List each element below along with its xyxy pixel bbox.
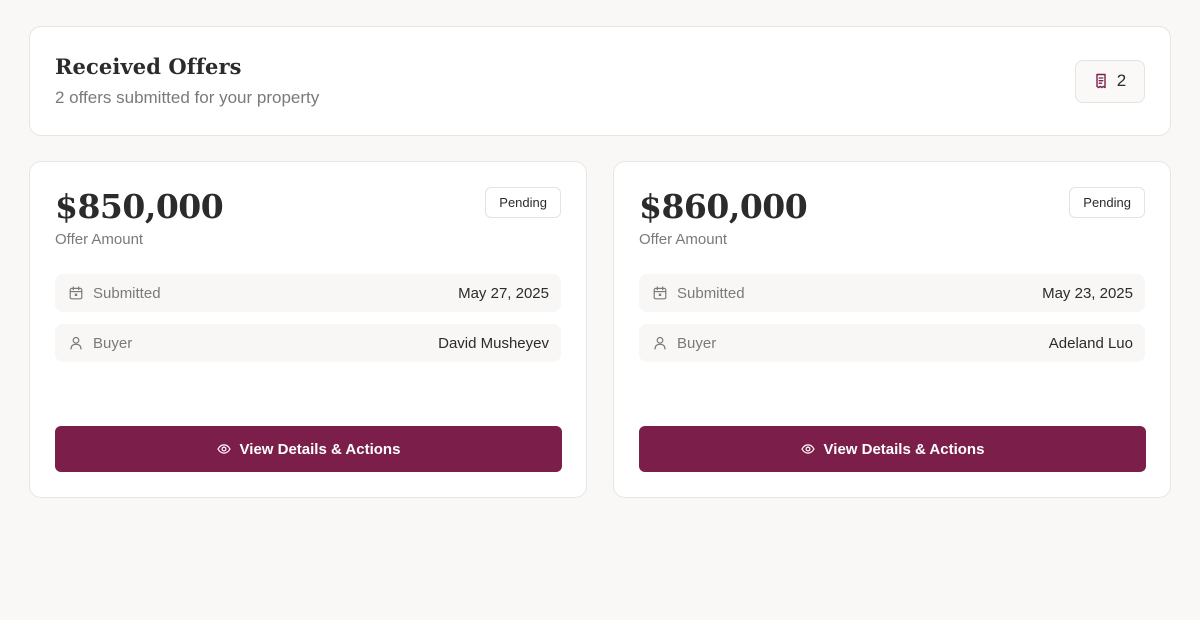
offer-card: $850,000 Offer Amount Pending Submitted bbox=[29, 161, 587, 498]
calendar-icon bbox=[653, 286, 667, 300]
offer-amount-label: Offer Amount bbox=[55, 231, 144, 248]
offer-amount-block: $850,000 Offer Amount bbox=[55, 187, 224, 248]
offer-amount: $860,000 bbox=[639, 187, 808, 226]
submitted-row-left: Submitted bbox=[653, 285, 745, 302]
submitted-row-left: Submitted bbox=[69, 285, 161, 302]
submitted-label: Submitted bbox=[677, 284, 745, 302]
eye-icon bbox=[216, 444, 231, 454]
header-text: Received Offers 2 offers submitted for y… bbox=[55, 54, 319, 108]
buyer-row-left: Buyer bbox=[653, 335, 716, 352]
user-icon bbox=[70, 336, 82, 350]
view-details-button[interactable]: View Details & Actions bbox=[55, 426, 562, 472]
buyer-row: Buyer David Musheyev bbox=[55, 324, 561, 362]
user-icon bbox=[654, 336, 666, 350]
buyer-row: Buyer Adeland Luo bbox=[639, 324, 1145, 362]
submitted-label: Submitted bbox=[93, 284, 161, 302]
calendar-icon bbox=[69, 286, 83, 300]
view-details-label: View Details & Actions bbox=[239, 440, 401, 458]
eye-icon bbox=[800, 444, 815, 454]
document-icon bbox=[1096, 73, 1106, 89]
buyer-row-left: Buyer bbox=[69, 335, 132, 352]
offer-amount-block: $860,000 Offer Amount bbox=[639, 187, 808, 248]
buyer-name: David Musheyev bbox=[438, 334, 549, 352]
buyer-label: Buyer bbox=[93, 334, 133, 352]
offer-amount: $850,000 bbox=[55, 187, 224, 226]
offer-card: $860,000 Offer Amount Pending Submitted bbox=[613, 161, 1171, 498]
offers-page: Received Offers 2 offers submitted for y… bbox=[0, 0, 1200, 620]
status-badge: Pending bbox=[1069, 187, 1145, 218]
page-title: Received Offers bbox=[55, 54, 242, 79]
page-subtitle: 2 offers submitted for your property bbox=[55, 88, 320, 107]
buyer-name: Adeland Luo bbox=[1048, 334, 1133, 352]
submitted-row: Submitted May 23, 2025 bbox=[639, 274, 1145, 312]
offer-amount-label: Offer Amount bbox=[639, 231, 728, 248]
submitted-date: May 23, 2025 bbox=[1042, 284, 1133, 302]
offer-cards: $850,000 Offer Amount Pending Submitted bbox=[29, 161, 1171, 498]
submitted-date: May 27, 2025 bbox=[458, 284, 549, 302]
offer-card-top: $850,000 Offer Amount Pending bbox=[55, 187, 561, 248]
offer-card-top: $860,000 Offer Amount Pending bbox=[639, 187, 1145, 248]
offer-count: 2 bbox=[1116, 71, 1127, 90]
view-details-button[interactable]: View Details & Actions bbox=[639, 426, 1146, 472]
offer-count-badge: 2 bbox=[1075, 59, 1145, 103]
view-details-label: View Details & Actions bbox=[823, 440, 985, 458]
submitted-row: Submitted May 27, 2025 bbox=[55, 274, 561, 312]
buyer-label: Buyer bbox=[677, 334, 717, 352]
status-badge: Pending bbox=[485, 187, 561, 218]
offers-header: Received Offers 2 offers submitted for y… bbox=[29, 26, 1171, 136]
